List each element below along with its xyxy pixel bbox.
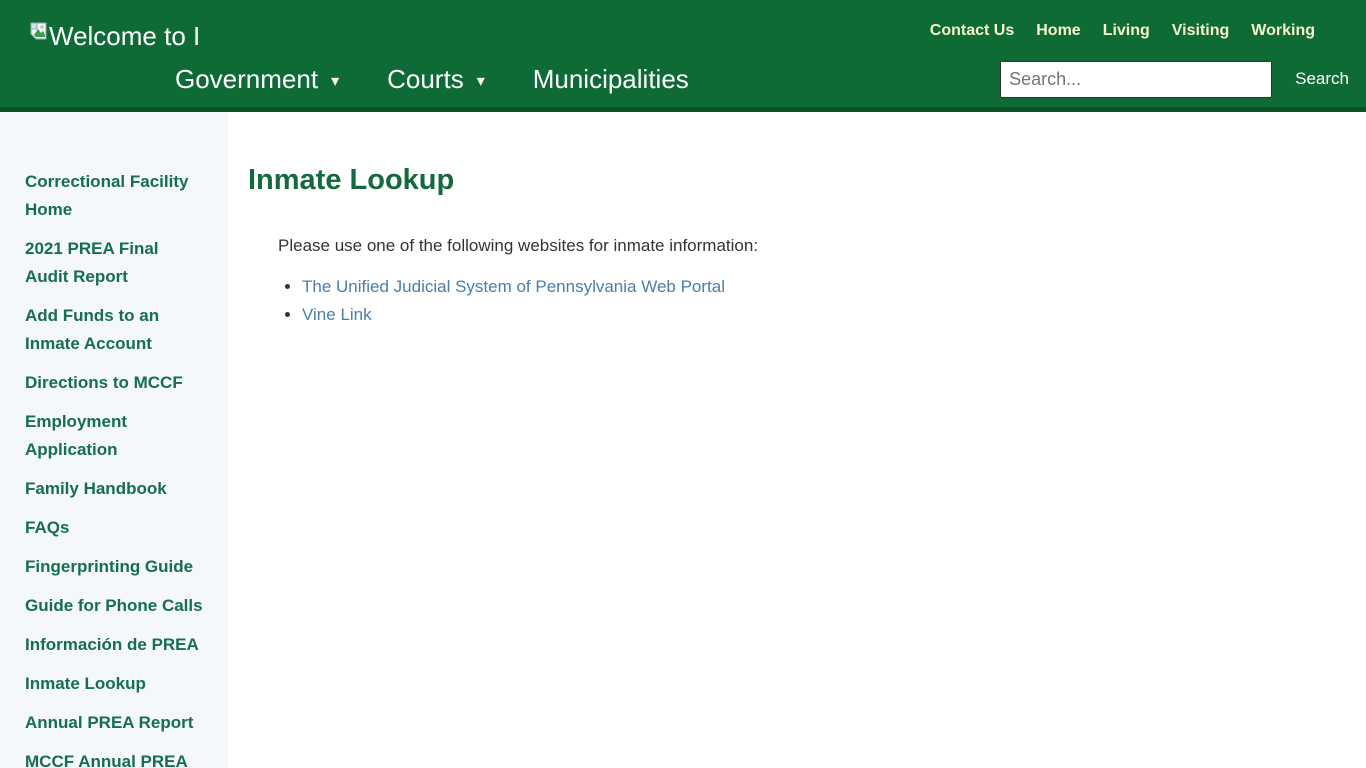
nav-municipalities-label: Municipalities <box>533 64 689 95</box>
nav-courts-label: Courts <box>387 64 464 95</box>
broken-image-icon <box>30 22 47 45</box>
inmate-links-list: The Unified Judicial System of Pennsylva… <box>278 273 1326 329</box>
main-nav: Government ▾ Courts ▾ Municipalities <box>175 64 689 95</box>
sidebar-item-family-handbook[interactable]: Family Handbook <box>25 475 204 503</box>
search-input[interactable] <box>1000 61 1272 98</box>
sidebar-item-annual-prea-report[interactable]: Annual PREA Report <box>25 709 204 737</box>
sidebar: Correctional Facility Home 2021 PREA Fin… <box>0 112 228 768</box>
logo-alt-text: Welcome to I <box>49 20 200 52</box>
link-vine-link[interactable]: Vine Link <box>302 305 372 324</box>
utility-nav-home[interactable]: Home <box>1036 22 1080 40</box>
page-title: Inmate Lookup <box>248 164 1326 197</box>
sidebar-item-guide-for-phone-calls[interactable]: Guide for Phone Calls <box>25 592 204 620</box>
utility-nav-living[interactable]: Living <box>1103 22 1150 40</box>
sidebar-item-correctional-facility-home[interactable]: Correctional Facility Home <box>25 168 204 224</box>
nav-courts[interactable]: Courts ▾ <box>387 64 485 95</box>
site-header: Welcome to I Contact Us Home Living Visi… <box>0 0 1366 112</box>
utility-nav: Contact Us Home Living Visiting Working <box>930 22 1315 40</box>
list-item: Vine Link <box>302 301 1326 329</box>
sidebar-item-2021-prea-final-audit-report[interactable]: 2021 PREA Final Audit Report <box>25 235 204 291</box>
site-logo[interactable]: Welcome to I <box>30 20 200 52</box>
list-item: The Unified Judicial System of Pennsylva… <box>302 273 1326 301</box>
chevron-down-icon: ▾ <box>477 71 485 91</box>
link-ujs-pennsylvania-web-portal[interactable]: The Unified Judicial System of Pennsylva… <box>302 277 725 296</box>
search-area: Search <box>1000 61 1349 98</box>
utility-nav-working[interactable]: Working <box>1251 22 1315 40</box>
search-button[interactable]: Search <box>1295 69 1349 89</box>
header-second-row: Government ▾ Courts ▾ Municipalities Sea… <box>175 58 1349 100</box>
sidebar-item-fingerprinting-guide[interactable]: Fingerprinting Guide <box>25 553 204 581</box>
nav-municipalities[interactable]: Municipalities <box>533 64 689 95</box>
sidebar-item-employment-application[interactable]: Employment Application <box>25 408 204 464</box>
sidebar-item-directions-to-mccf[interactable]: Directions to MCCF <box>25 369 204 397</box>
sidebar-item-mccf-annual-prea[interactable]: MCCF Annual PREA <box>25 748 204 768</box>
chevron-down-icon: ▾ <box>331 71 339 91</box>
main-content: Inmate Lookup Please use one of the foll… <box>228 112 1366 768</box>
utility-nav-visiting[interactable]: Visiting <box>1172 22 1230 40</box>
sidebar-item-informacion-de-prea[interactable]: Información de PREA <box>25 631 204 659</box>
nav-government[interactable]: Government ▾ <box>175 64 339 95</box>
sidebar-item-faqs[interactable]: FAQs <box>25 514 204 542</box>
sidebar-item-inmate-lookup[interactable]: Inmate Lookup <box>25 670 204 698</box>
utility-nav-contact-us[interactable]: Contact Us <box>930 22 1014 40</box>
nav-government-label: Government <box>175 64 318 95</box>
intro-text: Please use one of the following websites… <box>278 233 1326 259</box>
sidebar-item-add-funds-inmate-account[interactable]: Add Funds to an Inmate Account <box>25 302 204 358</box>
